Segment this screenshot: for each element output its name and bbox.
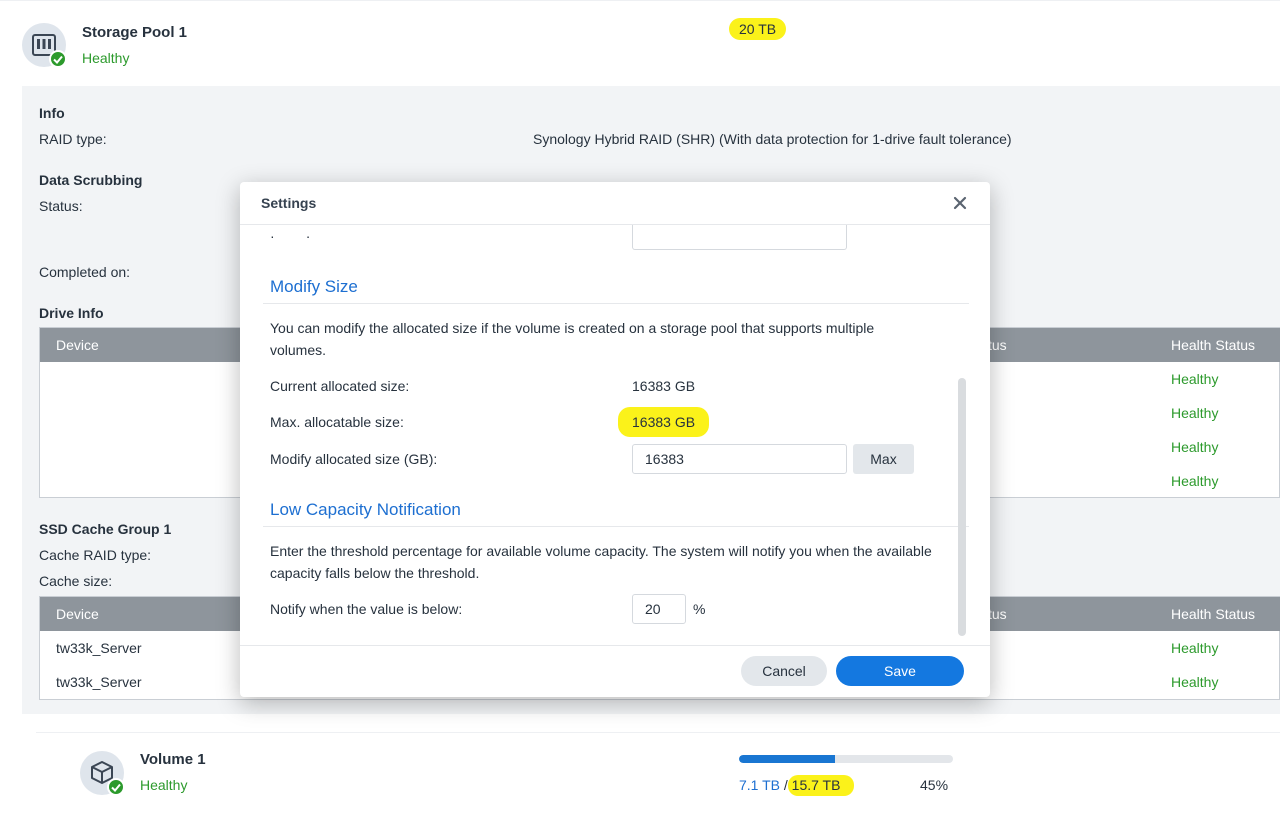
- drive-row-health: Healthy: [1171, 473, 1219, 489]
- col-device: Device: [56, 606, 99, 622]
- completed-on-label: Completed on:: [39, 264, 131, 280]
- settings-dialog: Settings · · Modify Size You can modify …: [240, 182, 990, 697]
- raid-type-label: RAID type:: [39, 131, 107, 147]
- modify-size-input[interactable]: [632, 444, 847, 474]
- info-title: Info: [39, 105, 65, 121]
- modify-size-label: Modify allocated size (GB):: [270, 451, 438, 467]
- pool-status: Healthy: [82, 50, 130, 66]
- dialog-header: Settings: [240, 182, 990, 225]
- cache-device-name: tw33k_Server: [56, 674, 142, 690]
- cache-device-name: tw33k_Server: [56, 640, 142, 656]
- clipped-input[interactable]: [632, 225, 847, 250]
- clipped-label: · ·: [270, 234, 311, 244]
- col-device: Device: [56, 337, 99, 353]
- save-button[interactable]: Save: [836, 656, 964, 686]
- pool-name: Storage Pool 1: [82, 24, 188, 41]
- max-button[interactable]: Max: [853, 444, 914, 474]
- cancel-button[interactable]: Cancel: [741, 656, 827, 686]
- drive-row-health: Healthy: [1171, 371, 1219, 387]
- volume-usage-fill: [739, 755, 836, 763]
- modify-size-description: You can modify the allocated size if the…: [270, 320, 875, 358]
- healthy-check-icon: [107, 778, 125, 796]
- volume-usage-bar: [739, 755, 953, 763]
- healthy-check-icon: [49, 50, 67, 68]
- percent-unit: %: [693, 601, 706, 617]
- section-divider: [263, 526, 969, 527]
- current-size-label: Current allocated size:: [270, 378, 410, 394]
- storage-pool-icon: [22, 23, 67, 68]
- storage-pool-header[interactable]: Storage Pool 1 Healthy 20 TB: [0, 0, 1280, 86]
- notify-threshold-input[interactable]: [632, 594, 686, 624]
- cache-device-health: Healthy: [1171, 640, 1219, 656]
- notify-threshold-label: Notify when the value is below:: [270, 601, 463, 617]
- low-capacity-description: Enter the threshold percentage for avail…: [270, 543, 932, 581]
- col-health-status: Health Status: [1171, 606, 1256, 622]
- drive-row-health: Healthy: [1171, 439, 1219, 455]
- section-divider: [263, 303, 969, 304]
- volume-percent: 45%: [920, 777, 949, 793]
- ssd-cache-title: SSD Cache Group 1: [39, 521, 172, 537]
- divider: [36, 732, 1280, 733]
- cache-raid-type-label: Cache RAID type:: [39, 547, 152, 563]
- dialog-footer: Cancel Save: [240, 645, 990, 697]
- volume-used: 7.1 TB: [739, 777, 780, 793]
- drive-info-title: Drive Info: [39, 305, 104, 321]
- pool-size: 20 TB: [729, 18, 787, 40]
- current-size-value: 16383 GB: [632, 378, 696, 394]
- max-size-label: Max. allocatable size:: [270, 414, 404, 430]
- drive-row-health: Healthy: [1171, 405, 1219, 421]
- col-status: tus: [988, 337, 1007, 353]
- close-icon[interactable]: [951, 194, 969, 212]
- max-size-value: 16383 GB: [618, 407, 710, 437]
- scrubbing-status-label: Status:: [39, 198, 83, 214]
- volume-status: Healthy: [140, 777, 188, 793]
- volume-icon: [80, 751, 125, 796]
- dialog-title: Settings: [261, 195, 317, 211]
- col-status: tus: [988, 606, 1007, 622]
- col-health-status: Health Status: [1171, 337, 1256, 353]
- raid-type-value: Synology Hybrid RAID (SHR) (With data pr…: [533, 131, 1012, 147]
- dialog-scrollbar[interactable]: [958, 378, 966, 636]
- low-capacity-title: Low Capacity Notification: [270, 500, 461, 519]
- cache-size-label: Cache size:: [39, 573, 113, 589]
- volume-capacity: 7.1 TB / 15.7 TB: [739, 775, 855, 796]
- volume-name: Volume 1: [140, 751, 206, 768]
- modify-size-title: Modify Size: [270, 277, 358, 296]
- volume-total: 15.7 TB: [787, 775, 855, 796]
- cache-device-health: Healthy: [1171, 674, 1219, 690]
- data-scrubbing-title: Data Scrubbing: [39, 172, 143, 188]
